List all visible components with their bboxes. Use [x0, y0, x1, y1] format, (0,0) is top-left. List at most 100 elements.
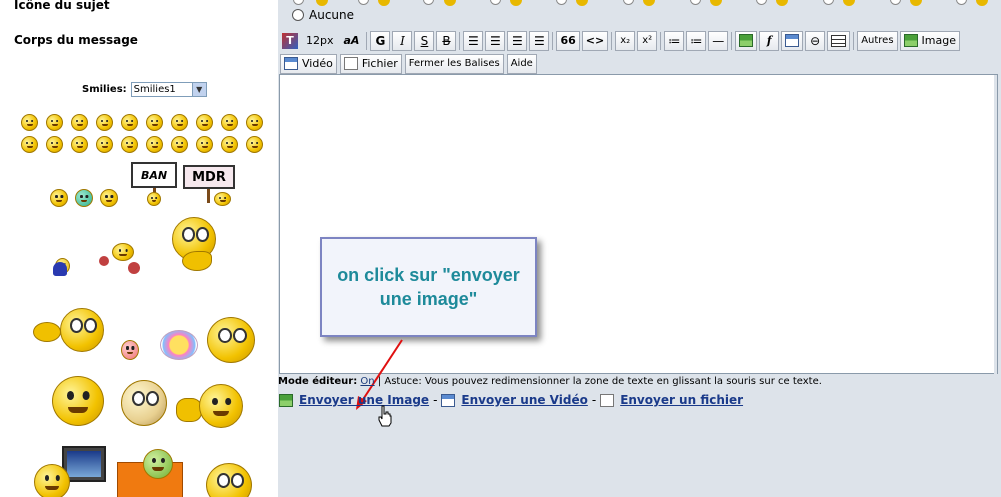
send-video-link[interactable]: Envoyer une Vidéo — [461, 393, 587, 407]
superscript-button[interactable]: x² — [637, 30, 658, 51]
topic-icon-radio[interactable] — [690, 0, 701, 5]
font-size-button[interactable]: 12px — [302, 31, 338, 51]
smiley-icon[interactable] — [96, 114, 113, 131]
image-icon — [739, 34, 754, 47]
file-icon — [600, 393, 615, 407]
align-center-button[interactable]: ☰ — [485, 30, 506, 51]
upload-links: Envoyer une Image - Envoyer une Vidéo - … — [279, 393, 743, 407]
justify-button[interactable]: ☰ — [529, 30, 550, 51]
file-button[interactable]: Fichier — [339, 53, 402, 74]
video-insert-button[interactable] — [781, 30, 804, 51]
topic-icon-radio[interactable] — [423, 0, 434, 5]
topic-smiley-icon — [843, 0, 855, 6]
send-file-link[interactable]: Envoyer un fichier — [620, 393, 743, 407]
link-button[interactable]: ⊖ — [805, 30, 826, 51]
smiley-icon[interactable] — [221, 114, 238, 131]
topic-smiley-icon — [643, 0, 655, 6]
smiley-icon[interactable] — [171, 136, 188, 153]
align-right-button[interactable]: ☰ — [507, 30, 528, 51]
table-icon — [831, 34, 847, 47]
smiley-icon[interactable] — [146, 136, 163, 153]
font-case-button[interactable]: aA — [340, 31, 364, 51]
topic-icon-radio[interactable] — [823, 0, 834, 5]
editor-mode-toggle[interactable]: On — [360, 376, 374, 387]
smiley-icon[interactable] — [121, 114, 138, 131]
quote-button[interactable]: 66 — [556, 30, 580, 51]
boxing-smiley-icon[interactable] — [112, 243, 134, 261]
image-button-label: Image — [921, 34, 956, 47]
thumbs-up-smiley-icon[interactable] — [100, 189, 118, 207]
topic-icon-radio[interactable] — [556, 0, 567, 5]
italic-button[interactable]: I — [392, 30, 413, 51]
smiley-icon[interactable] — [46, 114, 63, 131]
strikethrough-button[interactable]: B — [436, 30, 457, 51]
bold-button[interactable]: G — [370, 30, 391, 51]
mdr-sign-icon[interactable]: MDR — [183, 165, 235, 189]
editor-scrollbar[interactable] — [994, 75, 997, 375]
topic-smiley-icon — [710, 0, 722, 6]
topic-icon-radio[interactable] — [623, 0, 634, 5]
smiley-icon[interactable] — [196, 136, 213, 153]
topic-smiley-icon — [378, 0, 390, 6]
smiley-icon[interactable] — [96, 136, 113, 153]
ban-sign-icon[interactable]: BAN — [131, 162, 177, 188]
smiley-icon[interactable] — [196, 114, 213, 131]
help-button[interactable]: Aide — [506, 53, 537, 74]
text-color-button[interactable]: T — [280, 31, 300, 51]
smiley-icon[interactable] — [121, 136, 138, 153]
code-glyph: <> — [585, 34, 605, 47]
other-button[interactable]: Autres — [857, 30, 898, 51]
topic-icon-radio[interactable] — [956, 0, 967, 5]
smilies-select[interactable]: Smilies1 ▼ — [130, 82, 207, 97]
crying-smiley-icon[interactable] — [121, 380, 167, 426]
image-insert-button[interactable] — [735, 30, 758, 51]
topic-icon-radio[interactable] — [890, 0, 901, 5]
send-image-link[interactable]: Envoyer une Image — [299, 393, 429, 407]
worried-smiley-icon[interactable] — [199, 384, 243, 428]
rainbow-smiley-icon[interactable] — [160, 330, 198, 360]
horizontal-rule-icon: — — [712, 33, 725, 48]
pointing-smiley-icon[interactable] — [60, 308, 104, 352]
none-radio[interactable] — [292, 9, 304, 21]
smiley-icon[interactable] — [21, 114, 38, 131]
annoyed-smiley-icon[interactable] — [52, 376, 104, 426]
smiley-icon[interactable] — [50, 189, 68, 207]
smiley-icon[interactable] — [221, 136, 238, 153]
horizontal-rule-button[interactable]: — — [708, 30, 729, 51]
topic-icon-none-option[interactable]: Aucune — [292, 8, 354, 22]
grin-smiley-icon[interactable] — [75, 189, 93, 207]
toolbar-separator — [660, 31, 662, 50]
underline-button[interactable]: S — [414, 30, 435, 51]
topic-icon-radio[interactable] — [358, 0, 369, 5]
align-left-button[interactable]: ☰ — [463, 30, 484, 51]
smiley-icon[interactable] — [46, 136, 63, 153]
smiley-icon[interactable] — [206, 463, 252, 497]
smiley-icon[interactable] — [71, 114, 88, 131]
editor-toolbar: T 12px aA G I S B ☰ ☰ ☰ ☰ 66 <> x₂ x² ≔ … — [278, 30, 960, 51]
numbered-list-button[interactable]: ≔ — [686, 30, 707, 51]
video-button[interactable]: Vidéo — [280, 53, 337, 74]
computer-smiley-icon[interactable] — [34, 464, 70, 497]
smiley-icon[interactable] — [246, 114, 263, 131]
green-smiley-icon[interactable] — [143, 449, 173, 479]
topic-icon-radio[interactable] — [293, 0, 304, 5]
close-tags-button[interactable]: Fermer les Balises — [404, 53, 504, 74]
smiley-icon[interactable] — [21, 136, 38, 153]
flash-button[interactable]: f — [759, 30, 780, 51]
glasses-smiley-icon[interactable] — [207, 317, 255, 363]
smiley-icon[interactable] — [246, 136, 263, 153]
code-button[interactable]: <> — [581, 30, 609, 51]
smiley-icon[interactable] — [146, 114, 163, 131]
smiley-icon — [214, 192, 231, 206]
table-button[interactable] — [827, 30, 851, 51]
pink-smiley-icon[interactable] — [121, 340, 139, 360]
bullet-list-button[interactable]: ≔ — [664, 30, 685, 51]
underline-glyph: S — [420, 33, 429, 48]
smiley-icon[interactable] — [71, 136, 88, 153]
subscript-button[interactable]: x₂ — [615, 30, 636, 51]
topic-icon-radio[interactable] — [490, 0, 501, 5]
boxing-glove-icon — [99, 256, 109, 266]
smiley-icon[interactable] — [171, 114, 188, 131]
image-button[interactable]: Image — [899, 30, 960, 51]
topic-icon-radio[interactable] — [756, 0, 767, 5]
